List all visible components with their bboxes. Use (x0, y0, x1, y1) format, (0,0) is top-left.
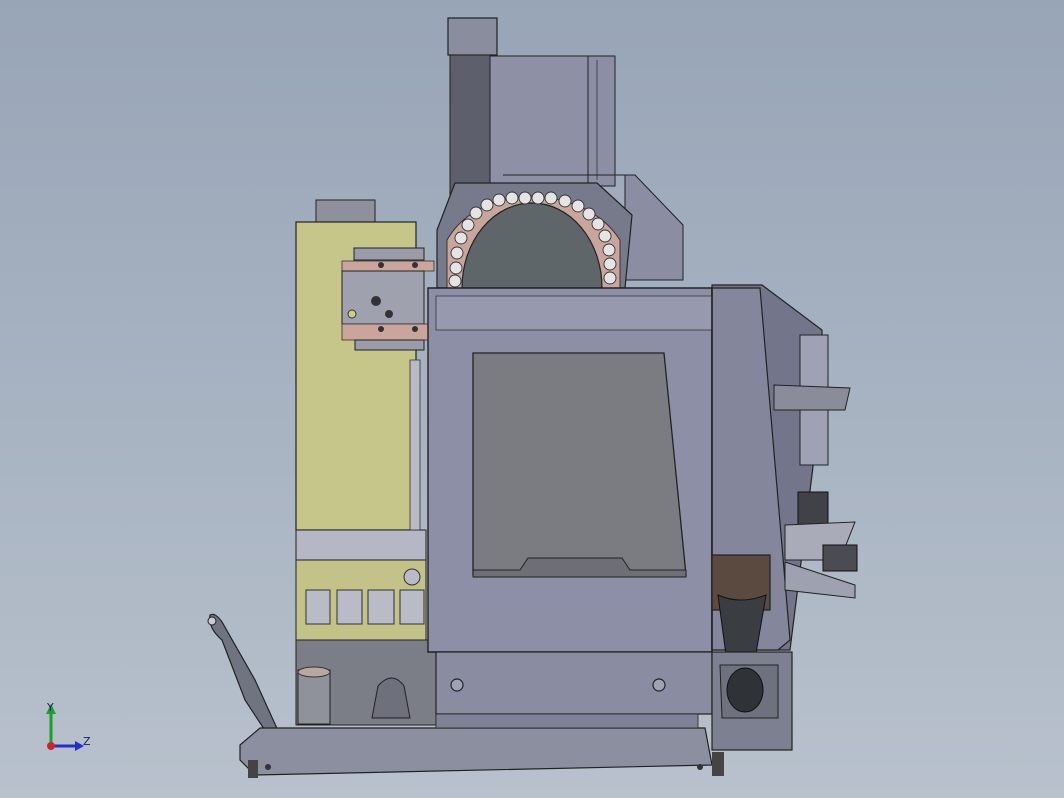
z-axis-label: Z (83, 735, 91, 748)
base-hopper (295, 639, 437, 726)
front-lower-panel (435, 651, 713, 729)
lifting-arm-pivot (207, 616, 217, 626)
axis-triad: Y Z (46, 701, 91, 751)
base-skid (239, 727, 724, 778)
cnc-machine-model[interactable]: Y Z (0, 0, 1064, 798)
y-axis-label: Y (46, 701, 54, 714)
z-axis-slide (341, 247, 435, 351)
lifting-arm (209, 613, 281, 736)
cad-viewport[interactable]: Y Z (0, 0, 1064, 798)
triad-origin (47, 742, 55, 750)
door-window (472, 352, 687, 578)
